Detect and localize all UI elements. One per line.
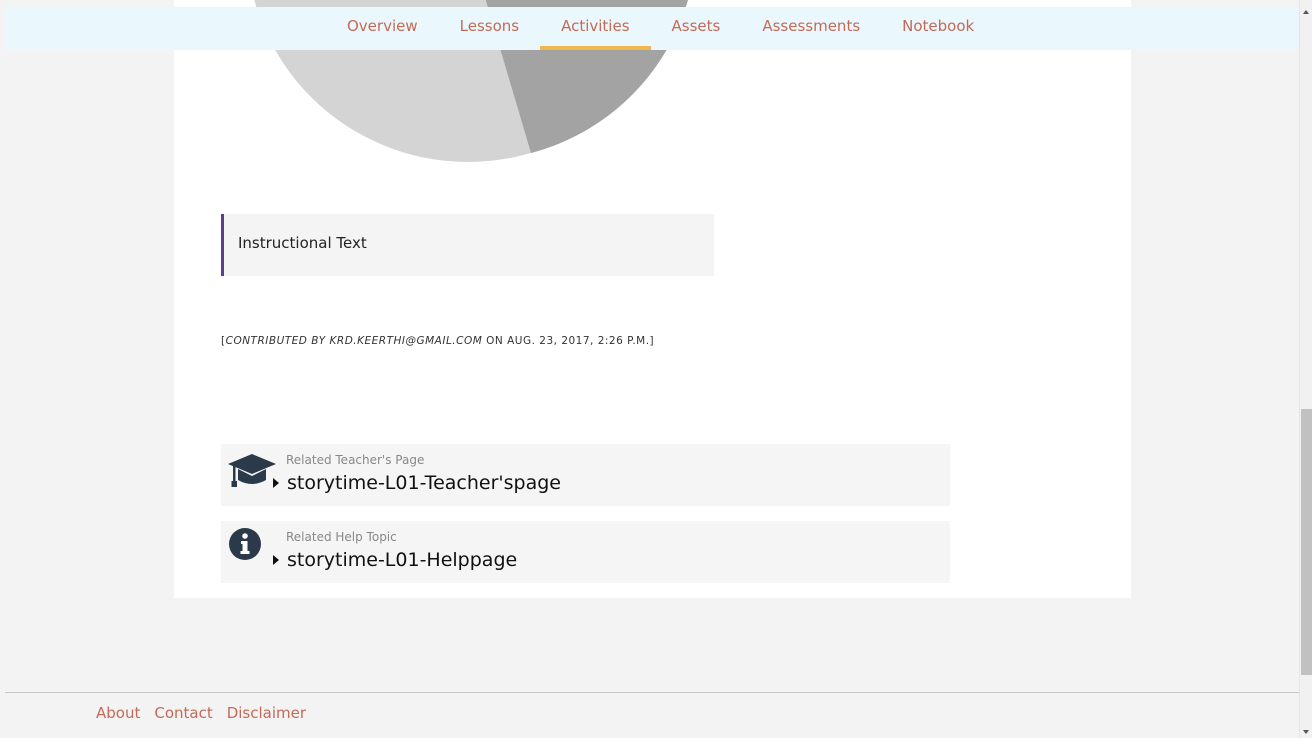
graduation-cap-icon [228, 454, 276, 487]
nav-tabs: Overview Lessons Activities Assets Asses… [326, 7, 995, 50]
related-teacher-page[interactable]: Related Teacher's Page storytime-L01-Tea… [221, 444, 950, 506]
scroll-down-arrow-icon[interactable] [1303, 730, 1309, 734]
related-teacher-title[interactable]: storytime-L01-Teacher'spage [287, 472, 561, 494]
tab-assets[interactable]: Assets [651, 7, 742, 50]
related-teacher-link[interactable]: storytime-L01-Teacher'spage [273, 472, 561, 494]
footer-about-link[interactable]: About [96, 704, 140, 722]
footer-contact-link[interactable]: Contact [154, 704, 212, 722]
page-scrollbar[interactable] [1299, 0, 1312, 738]
scrollbar-thumb[interactable] [1301, 409, 1312, 675]
footer-divider [5, 692, 1299, 693]
contribution-date: on Aug. 23, 2017, 2:26 p.m.] [486, 335, 655, 347]
instructional-text: Instructional Text [238, 234, 367, 252]
tab-lessons[interactable]: Lessons [439, 7, 540, 50]
info-circle-icon [229, 528, 261, 560]
related-help-caption: Related Help Topic [286, 530, 397, 544]
related-help-topic[interactable]: Related Help Topic storytime-L01-Helppag… [221, 521, 950, 583]
related-help-link[interactable]: storytime-L01-Helppage [273, 549, 517, 571]
contribution-line: [Contributed by krd.keerthi@gmail.com on… [221, 335, 654, 347]
footer-links: About Contact Disclaimer [96, 704, 306, 722]
scroll-up-arrow-icon[interactable] [1303, 10, 1309, 14]
contribution-author: krd.keerthi@gmail.com [329, 335, 483, 347]
top-navigation-bar: Overview Lessons Activities Assets Asses… [5, 7, 1299, 50]
tab-notebook[interactable]: Notebook [881, 7, 995, 50]
contribution-prefix: Contributed by [225, 335, 326, 347]
tab-assessments[interactable]: Assessments [741, 7, 881, 50]
caret-right-icon [273, 478, 279, 488]
caret-right-icon [273, 555, 279, 565]
instructional-text-block: Instructional Text [221, 214, 714, 276]
tab-activities[interactable]: Activities [540, 7, 651, 50]
related-teacher-caption: Related Teacher's Page [286, 453, 425, 467]
footer-disclaimer-link[interactable]: Disclaimer [227, 704, 306, 722]
tab-overview[interactable]: Overview [326, 7, 439, 50]
related-help-title[interactable]: storytime-L01-Helppage [287, 549, 517, 571]
